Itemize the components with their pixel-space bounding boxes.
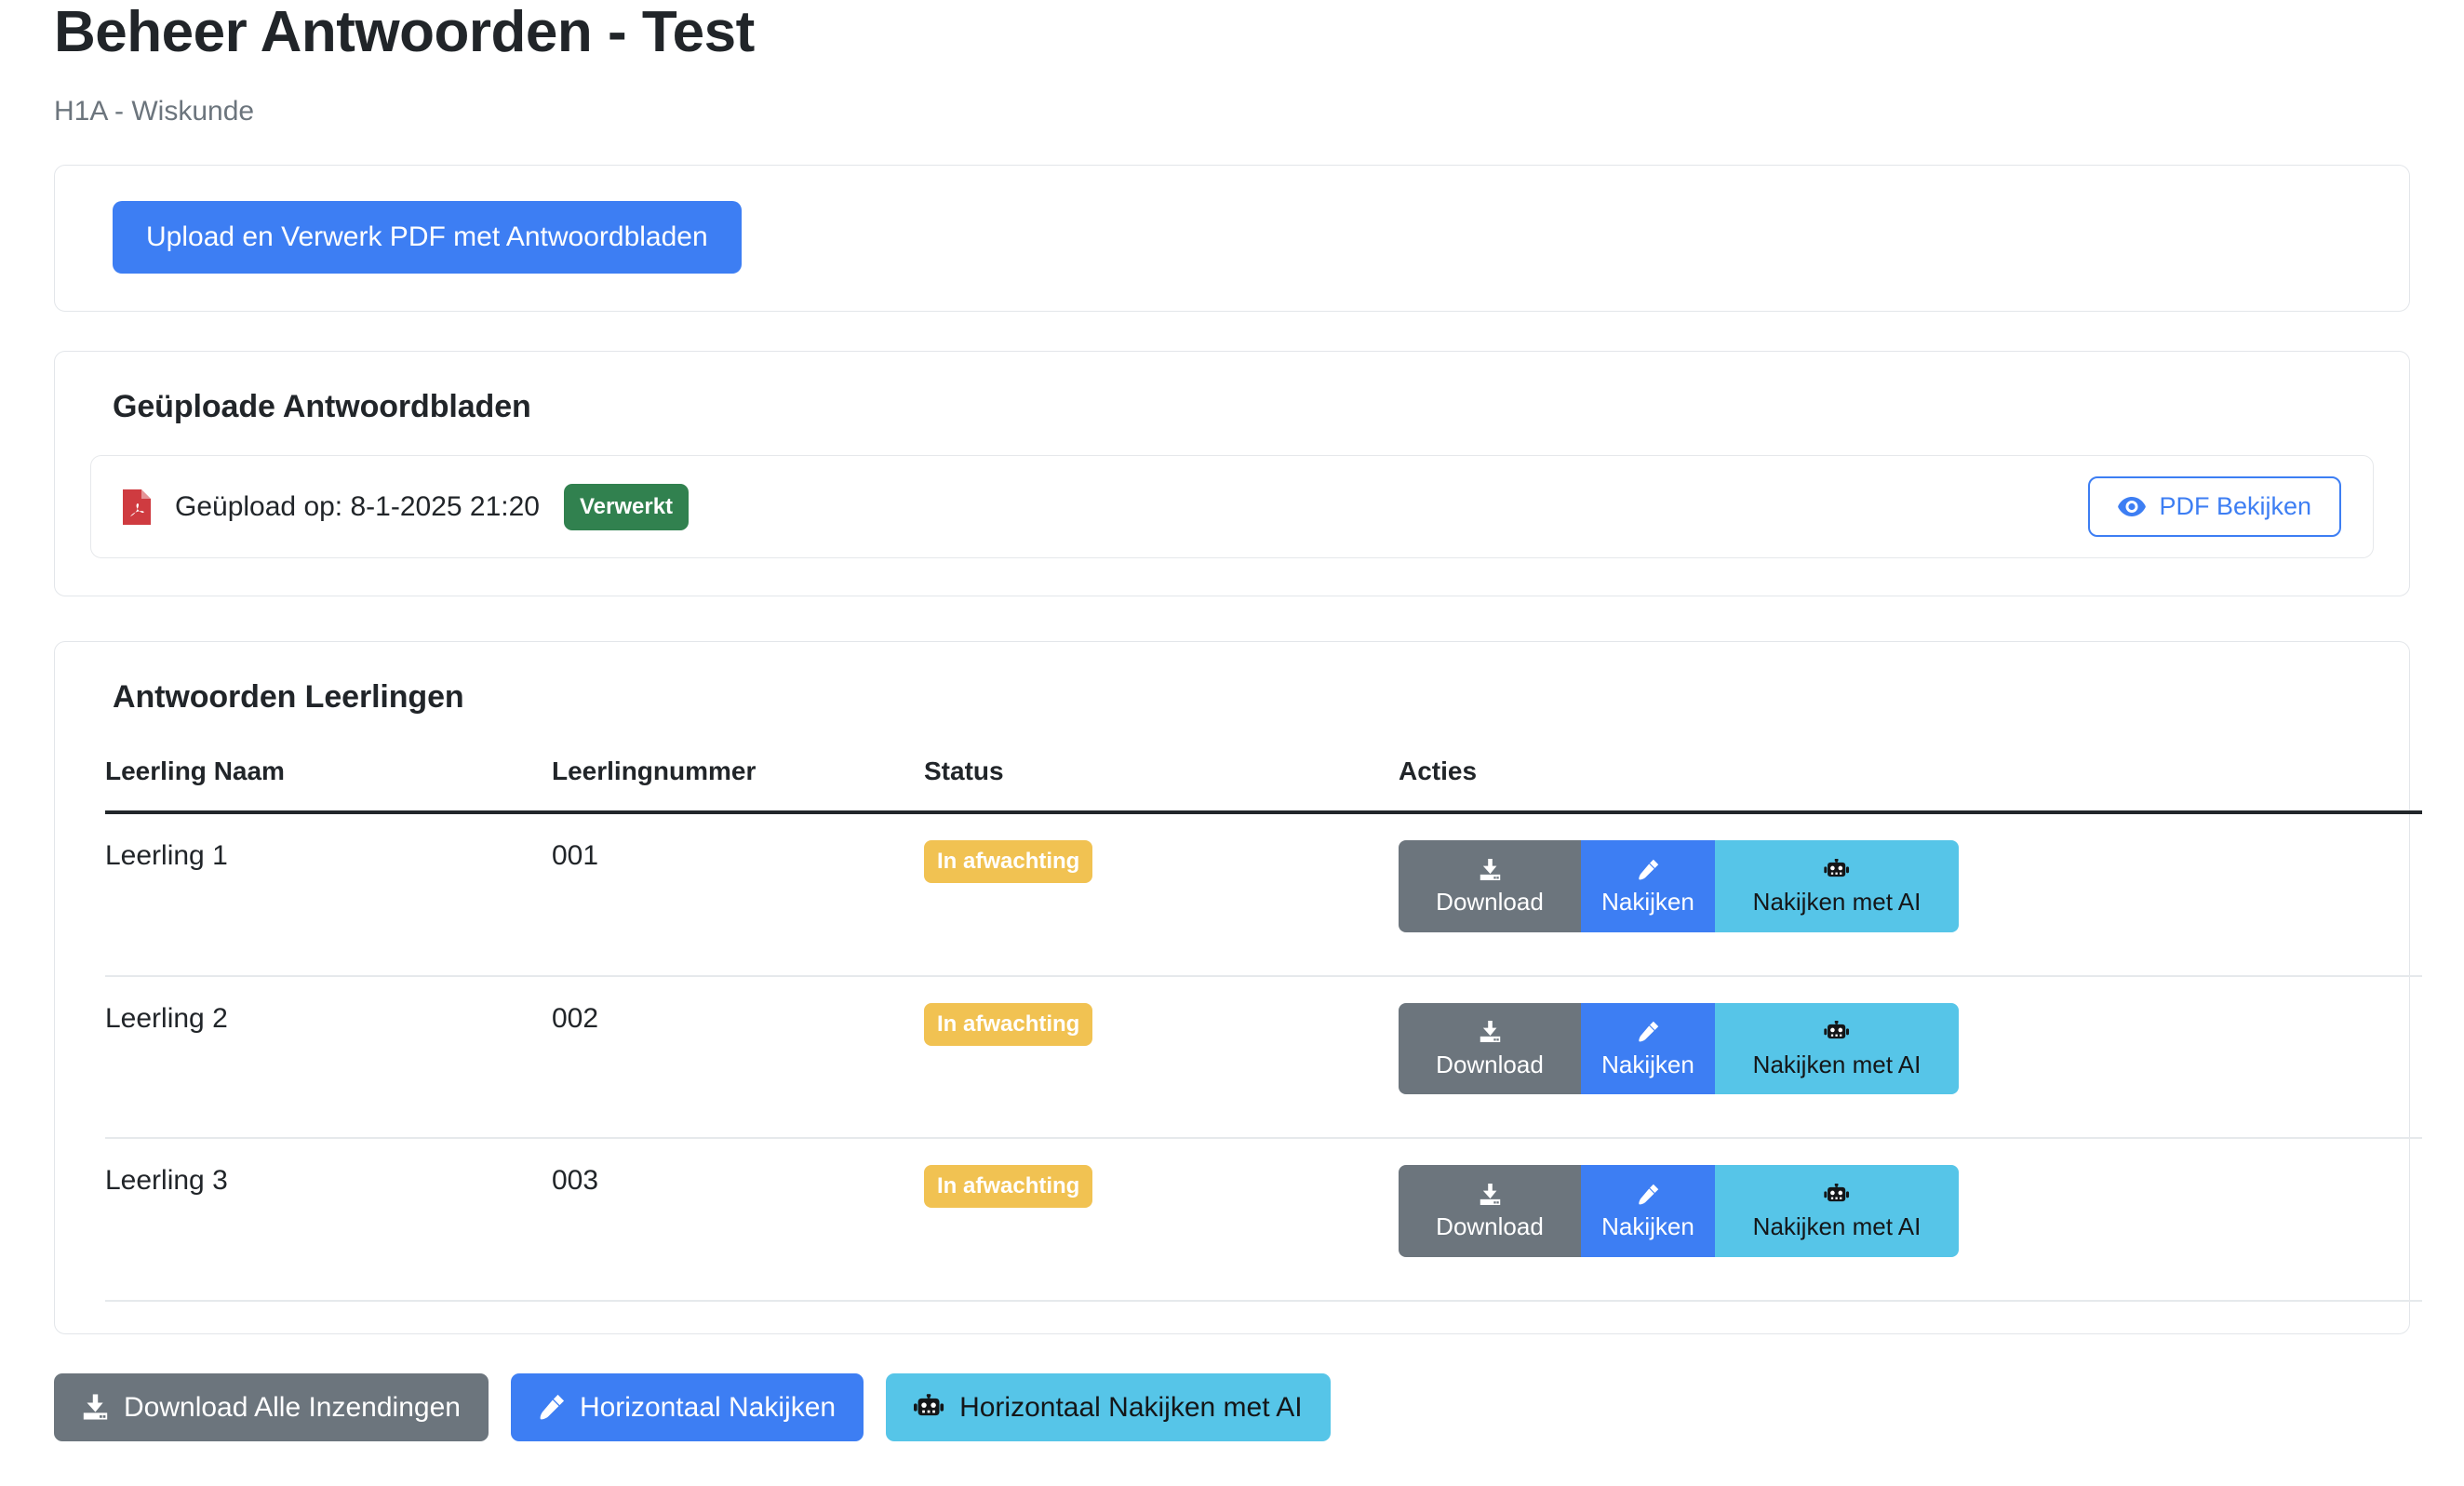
row-action-label: Download [1436, 1212, 1544, 1241]
cell-student-number: 003 [552, 1138, 924, 1302]
page-root: Beheer Antwoorden - Test H1A - Wiskunde … [0, 0, 2464, 1486]
row-action-label: Nakijken met AI [1752, 888, 1922, 917]
answers-card: Antwoorden Leerlingen Leerling Naam Leer… [54, 641, 2422, 1334]
answers-heading: Antwoorden Leerlingen [113, 679, 464, 716]
row-action-label: Download [1436, 888, 1544, 917]
row-action-label: Nakijken met AI [1752, 1050, 1922, 1078]
answers-table: Leerling Naam Leerlingnummer Status Acti… [105, 756, 2422, 1302]
pen-icon [1638, 855, 1659, 883]
uploaded-at-text: Geüpload op: 8-1-2025 21:20 [175, 490, 540, 522]
row-action-label: Nakijken [1601, 1212, 1694, 1241]
view-pdf-label: PDF Bekijken [2159, 492, 2311, 521]
cell-status: In afwachting [924, 975, 1399, 1140]
row-action-label: Nakijken met AI [1752, 1212, 1922, 1241]
row-action-button-group: Download Nakijken Nakijken met AI [1399, 840, 1959, 932]
robot-icon [1824, 1180, 1850, 1208]
row-action-button-group: Download Nakijken Nakijken met AI [1399, 1165, 1959, 1257]
cell-student-name: Leerling 3 [105, 1138, 552, 1302]
status-badge: In afwachting [924, 1165, 1093, 1209]
cell-actions: Download Nakijken Nakijken met AI [1399, 812, 2422, 977]
row-action-nakijken-button[interactable]: Nakijken [1581, 1002, 1715, 1095]
download-icon [1479, 855, 1502, 883]
cell-student-name: Leerling 2 [105, 975, 552, 1140]
uploaded-sheets-card: Geüploade Antwoordbladen Geüpload op: 8-… [54, 351, 2410, 597]
row-action-nakijken-button[interactable]: Nakijken [1581, 1165, 1715, 1257]
pen-icon [1638, 1018, 1659, 1046]
table-row: Leerling 2 002 In afwachting Download Nakijk… [105, 975, 2422, 1140]
bottom-horizontaal-nakijken-button[interactable]: Horizontaal Nakijken [510, 1372, 864, 1441]
bottom-download-alle-inzendingen-button[interactable]: Download Alle Inzendingen [54, 1372, 489, 1441]
row-action-nakijken-met-ai-button[interactable]: Nakijken met AI [1715, 1165, 1959, 1257]
row-action-label: Nakijken [1601, 1050, 1694, 1078]
row-action-download-button[interactable]: Download [1399, 1002, 1581, 1095]
table-row: Leerling 1 001 In afwachting Download Nakijk… [105, 812, 2422, 977]
cell-status: In afwachting [924, 812, 1399, 977]
row-action-nakijken-met-ai-button[interactable]: Nakijken met AI [1715, 1002, 1959, 1095]
cell-status: In afwachting [924, 1138, 1399, 1302]
table-row: Leerling 3 003 In afwachting Download Nakijk… [105, 1138, 2422, 1302]
download-icon [1479, 1018, 1502, 1046]
bottom-button-label: Horizontaal Nakijken met AI [959, 1391, 1303, 1423]
pen-icon [539, 1394, 565, 1420]
bottom-button-label: Horizontaal Nakijken [579, 1391, 837, 1423]
uploaded-sheets-heading: Geüploade Antwoordbladen [113, 389, 531, 425]
bottom-button-label: Download Alle Inzendingen [124, 1391, 461, 1423]
robot-icon [914, 1394, 944, 1420]
pdf-file-icon [123, 489, 151, 525]
cell-actions: Download Nakijken Nakijken met AI [1399, 975, 2422, 1140]
cell-student-number: 002 [552, 975, 924, 1140]
upload-card: Upload en Verwerk PDF met Antwoordbladen [54, 165, 2410, 313]
bottom-horizontaal-nakijken-met-ai-button[interactable]: Horizontaal Nakijken met AI [886, 1372, 1331, 1441]
status-badge-verwerkt: Verwerkt [563, 483, 690, 530]
page-subtitle: H1A - Wiskunde [54, 96, 255, 127]
status-badge: In afwachting [924, 840, 1093, 884]
cell-student-name: Leerling 1 [105, 812, 552, 977]
row-action-label: Nakijken [1601, 888, 1694, 917]
pen-icon [1638, 1180, 1659, 1208]
uploaded-sheet-row: Geüpload op: 8-1-2025 21:20 Verwerkt PDF… [90, 455, 2374, 559]
column-header-actions: Acties [1399, 756, 2422, 815]
answers-table-body: Leerling 1 001 In afwachting Download Nakijk… [105, 812, 2422, 1302]
robot-icon [1824, 855, 1850, 883]
row-action-download-button[interactable]: Download [1399, 1165, 1581, 1257]
row-action-nakijken-button[interactable]: Nakijken [1581, 840, 1715, 932]
eye-icon [2118, 497, 2147, 517]
table-header-row: Leerling Naam Leerlingnummer Status Acti… [105, 756, 2422, 815]
robot-icon [1824, 1018, 1850, 1046]
column-header-name: Leerling Naam [105, 756, 552, 815]
download-icon [82, 1394, 109, 1420]
row-action-nakijken-met-ai-button[interactable]: Nakijken met AI [1715, 840, 1959, 932]
row-action-label: Download [1436, 1050, 1544, 1078]
column-header-status: Status [924, 756, 1399, 815]
bottom-action-bar: Download Alle Inzendingen Horizontaal Nak… [54, 1372, 2410, 1486]
download-icon [1479, 1180, 1502, 1208]
page-title: Beheer Antwoorden - Test [54, 0, 755, 64]
answers-table-head: Leerling Naam Leerlingnummer Status Acti… [105, 756, 2422, 815]
cell-actions: Download Nakijken Nakijken met AI [1399, 1138, 2422, 1302]
cell-student-number: 001 [552, 812, 924, 977]
view-pdf-button[interactable]: PDF Bekijken [2088, 476, 2341, 538]
upload-process-pdf-button[interactable]: Upload en Verwerk PDF met Antwoordbladen [113, 201, 742, 274]
column-header-number: Leerlingnummer [552, 756, 924, 815]
status-badge: In afwachting [924, 1002, 1093, 1046]
row-action-download-button[interactable]: Download [1399, 840, 1581, 932]
row-action-button-group: Download Nakijken Nakijken met AI [1399, 1002, 1959, 1095]
